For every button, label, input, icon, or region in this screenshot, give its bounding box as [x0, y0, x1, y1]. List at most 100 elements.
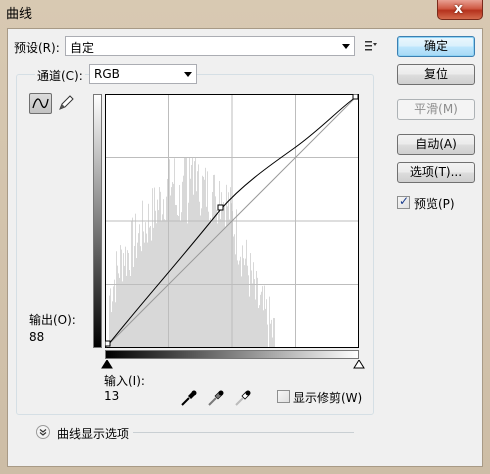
histogram-bar — [123, 253, 124, 347]
histogram-bar — [272, 337, 273, 347]
histogram-bar — [119, 277, 120, 347]
black-eyedropper-icon[interactable] — [180, 389, 198, 407]
histogram-bar — [198, 164, 199, 347]
histogram-bar — [202, 175, 203, 347]
histogram-bar — [227, 206, 228, 347]
channel-select[interactable]: RGB — [89, 64, 197, 84]
curve-point-black[interactable] — [105, 340, 111, 347]
histogram-bar — [169, 159, 170, 347]
white-eyedropper-icon[interactable] — [234, 389, 252, 407]
preview-checkbox[interactable]: ✓ — [397, 194, 410, 209]
output-value: 88 — [29, 330, 45, 344]
histogram-bar — [189, 157, 190, 347]
histogram-bar — [220, 219, 221, 347]
histogram-bar — [159, 187, 160, 347]
histogram-bar — [153, 227, 154, 347]
histogram-bar — [196, 191, 197, 347]
smooth-button[interactable]: 平滑(M) — [397, 99, 475, 120]
curve-graph[interactable] — [105, 94, 359, 348]
show-clipping-checkbox[interactable] — [277, 390, 290, 403]
histogram-bar — [266, 299, 267, 347]
output-label: 输出(O): — [29, 313, 76, 327]
histogram-bar — [226, 184, 227, 347]
histogram-bar — [192, 157, 193, 347]
histogram-bar — [207, 171, 208, 347]
pencil-tool-icon[interactable] — [57, 94, 75, 112]
histogram-bar — [210, 218, 211, 347]
preset-value: 自定 — [70, 41, 95, 55]
histogram-bar — [274, 318, 275, 347]
histogram-bar — [209, 220, 210, 347]
histogram-bar — [175, 204, 176, 347]
histogram-bar — [230, 187, 231, 347]
histogram-bar — [126, 275, 127, 347]
input-label: 输入(I): — [104, 374, 145, 388]
histogram-bar — [270, 323, 271, 347]
chevron-down-icon — [184, 72, 192, 77]
histogram-bar — [156, 223, 157, 347]
preset-select[interactable]: 自定 — [65, 36, 355, 56]
input-gradient-bar — [105, 350, 359, 359]
histogram-bar — [138, 233, 139, 347]
histogram-bar — [143, 231, 144, 347]
output-gradient-bar — [93, 94, 102, 348]
histogram-bar — [235, 254, 236, 347]
black-point-slider[interactable] — [101, 360, 113, 369]
curve-point-mid[interactable] — [217, 204, 224, 211]
chevron-down-icon[interactable] — [36, 425, 50, 439]
histogram-bar — [271, 319, 272, 347]
histogram-bar — [147, 242, 148, 347]
preset-menu-icon[interactable] — [364, 39, 378, 53]
histogram-bar — [140, 246, 141, 347]
histogram-bar — [150, 225, 151, 347]
histogram-bar — [267, 324, 268, 347]
gray-eyedropper-icon[interactable] — [207, 389, 225, 407]
auto-button[interactable]: 自动(A) — [397, 134, 475, 155]
histogram-bar — [240, 256, 241, 347]
histogram-bar — [109, 295, 110, 347]
histogram-bar — [135, 213, 136, 347]
histogram-bar — [115, 302, 116, 347]
close-button[interactable]: x — [437, 0, 483, 20]
options-button[interactable]: 选项(T)... — [397, 162, 475, 183]
window-title: 曲线 — [6, 7, 33, 22]
ok-button[interactable]: 确定 — [397, 36, 475, 57]
histogram-bar — [188, 202, 189, 347]
channel-value: RGB — [94, 67, 120, 81]
histogram-bar — [195, 157, 196, 347]
histogram-bar — [146, 233, 147, 347]
white-point-slider[interactable] — [353, 360, 365, 369]
histogram-bar — [181, 212, 182, 347]
histogram-bar — [214, 174, 215, 347]
histogram-bar — [264, 285, 265, 347]
curve-point-white[interactable] — [352, 94, 359, 100]
histogram-bar — [132, 217, 133, 347]
close-icon: x — [454, 1, 464, 17]
histogram-bar — [178, 215, 179, 347]
histogram-bar — [177, 214, 178, 347]
histogram-bar — [194, 161, 195, 347]
histogram-bar — [127, 250, 128, 347]
histogram-bar — [256, 270, 257, 347]
histogram-bar — [273, 317, 274, 347]
histogram-bar — [142, 200, 143, 347]
curve-point-tool-button[interactable] — [29, 93, 52, 114]
histogram-bar — [250, 253, 251, 347]
histogram-bar — [238, 264, 239, 347]
histogram-bar — [248, 275, 249, 347]
histogram-bar — [246, 239, 247, 347]
histogram-bar — [191, 165, 192, 347]
histogram-bar — [217, 223, 218, 347]
histogram-bar — [137, 242, 138, 347]
reset-button[interactable]: 复位 — [397, 64, 475, 85]
histogram-bar — [155, 210, 156, 347]
histogram-bar — [252, 283, 253, 347]
histogram-bar — [245, 258, 246, 347]
curve-display-options-label[interactable]: 曲线显示选项 — [57, 425, 129, 442]
histogram-bar — [144, 242, 145, 347]
dialog-client-area: 预设(R): 自定 确定 复位 平滑(M) 自动(A) 选项(T)... ✓ 预… — [7, 28, 483, 467]
histogram-bar — [242, 245, 243, 347]
histogram-bar — [234, 234, 235, 347]
histogram-bar — [125, 246, 126, 347]
histogram-bar — [170, 195, 171, 347]
